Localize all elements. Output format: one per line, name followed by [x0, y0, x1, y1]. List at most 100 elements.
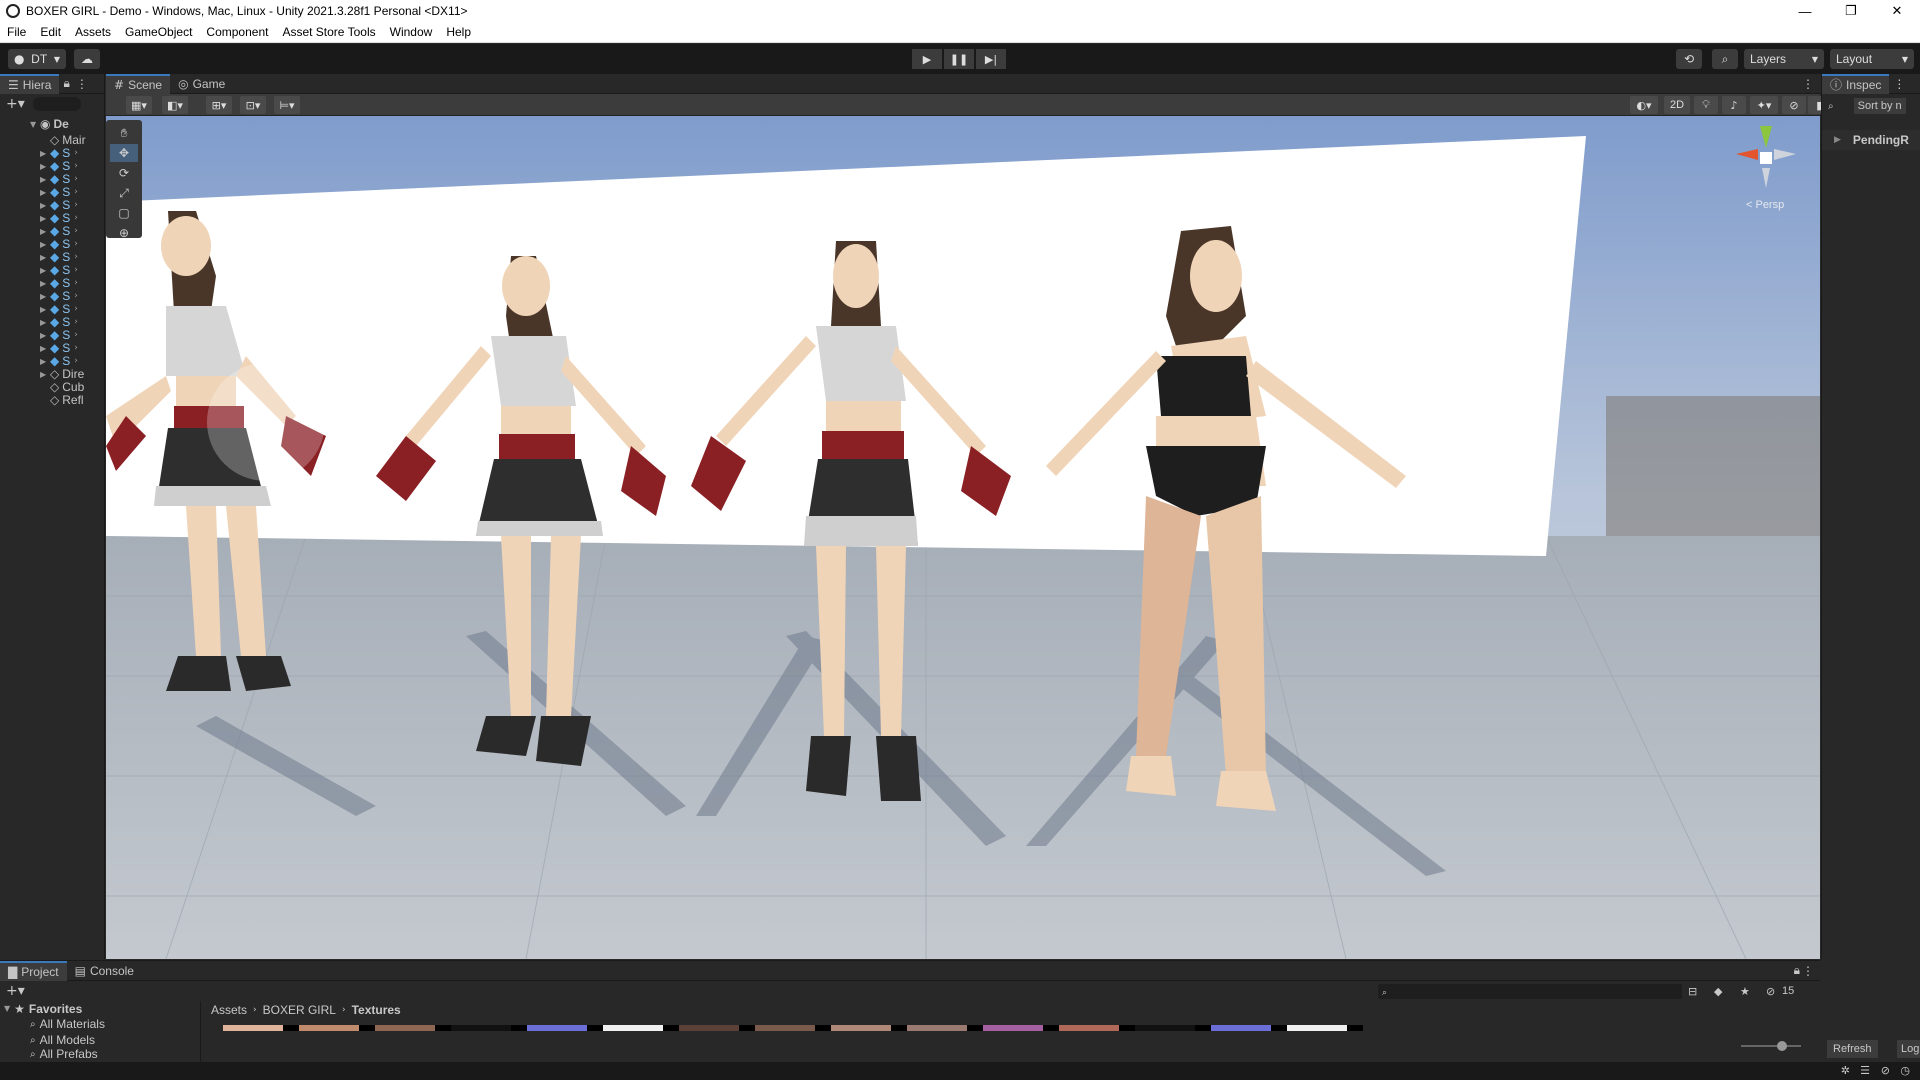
breadcrumb-item[interactable]: Assets [211, 1003, 247, 1017]
audio-toggle[interactable]: ♪ [1722, 96, 1746, 114]
chevron-right-icon[interactable]: › [74, 239, 78, 249]
breadcrumb-item[interactable]: Textures [352, 1003, 401, 1017]
tab-scene[interactable]: # Scene [106, 73, 171, 94]
visibility-toggle[interactable]: ⊘ [1782, 96, 1806, 114]
chevron-right-icon[interactable]: › [74, 200, 78, 210]
project-search-input[interactable]: ⌕ [1378, 983, 1682, 999]
more-icon[interactable]: ⋮ [1893, 77, 1905, 91]
step-button[interactable]: ▶| [976, 49, 1006, 69]
chevron-right-icon[interactable]: › [74, 226, 78, 236]
chevron-right-icon[interactable]: ▶ [40, 201, 50, 210]
texture-thumbnail[interactable] [983, 1025, 1043, 1031]
texture-thumbnail[interactable] [603, 1025, 663, 1031]
menu-asset-store-tools[interactable]: Asset Store Tools [275, 25, 382, 39]
label-icon[interactable]: ◆ [1714, 985, 1722, 998]
maximize-button[interactable]: ❐ [1828, 0, 1874, 22]
tab-game[interactable]: ◎ Game [170, 74, 233, 94]
chevron-right-icon[interactable]: ▶ [40, 214, 50, 223]
chevron-right-icon[interactable]: › [74, 343, 78, 353]
chevron-right-icon[interactable]: › [74, 304, 78, 314]
tab-inspector[interactable]: ⓘ Inspec [1822, 73, 1890, 94]
texture-thumbnail[interactable] [1211, 1025, 1271, 1031]
history-button[interactable]: ⟲ [1676, 49, 1702, 69]
status-icon[interactable]: ☰ [1860, 1064, 1870, 1077]
chevron-right-icon[interactable]: ▶ [40, 292, 50, 301]
texture-thumbnail[interactable] [299, 1025, 359, 1031]
toggle-2d-button[interactable]: 2D [1664, 96, 1690, 114]
tab-project[interactable]: ▇ Project [0, 960, 67, 981]
favorites-item[interactable]: ⌕ All Models [0, 1032, 200, 1048]
chevron-right-icon[interactable]: ▶ [40, 162, 50, 171]
chevron-right-icon[interactable]: › [74, 291, 78, 301]
texture-thumbnail[interactable] [1059, 1025, 1119, 1031]
add-icon[interactable]: +▾ [6, 96, 25, 112]
effects-dropdown[interactable]: ✦▾ [1750, 96, 1778, 114]
draw-mode-dropdown[interactable]: ▦▾ [126, 96, 152, 114]
scene-viewport[interactable]: < Persp ✋︎ ✥ ⟳ ⤢ ▢ ⊕ [106, 116, 1820, 959]
chevron-right-icon[interactable]: ▶ [40, 253, 50, 262]
chevron-right-icon[interactable]: ▶ [40, 175, 50, 184]
tab-console[interactable]: ▤ Console [67, 961, 142, 981]
rect-tool[interactable]: ▢ [110, 204, 138, 222]
transform-handle[interactable] [207, 363, 325, 481]
lock-icon[interactable]: 🔒︎ [63, 76, 69, 91]
chevron-right-icon[interactable]: › [74, 148, 78, 158]
texture-thumbnail[interactable] [527, 1025, 587, 1031]
play-button[interactable]: ▶ [912, 49, 942, 69]
chevron-right-icon[interactable]: › [74, 213, 78, 223]
chevron-right-icon[interactable]: › [74, 252, 78, 262]
account-dropdown[interactable]: ● DT ▼ [8, 49, 66, 69]
lighting-toggle[interactable]: 💡︎ [1694, 96, 1718, 114]
chevron-right-icon[interactable]: › [74, 330, 78, 340]
add-icon[interactable]: +▾ [6, 983, 25, 999]
status-icon[interactable]: ✲ [1841, 1064, 1850, 1077]
layout-dropdown[interactable]: Layout ▼ [1830, 49, 1914, 69]
favorites-foldout[interactable]: ▼ ★ Favorites [0, 1001, 200, 1016]
menu-edit[interactable]: Edit [33, 25, 68, 39]
more-icon[interactable]: ⋮ [1802, 77, 1814, 91]
texture-thumbnail[interactable] [1135, 1025, 1195, 1031]
texture-thumbnail[interactable] [223, 1025, 283, 1031]
align-dropdown[interactable]: ⊨▾ [274, 96, 300, 114]
chevron-right-icon[interactable]: ▶ [40, 266, 50, 275]
layers-dropdown[interactable]: Layers ▼ [1744, 49, 1824, 69]
pending-foldout[interactable]: ▶ PendingR [1822, 130, 1920, 150]
menu-help[interactable]: Help [439, 25, 478, 39]
sort-dropdown[interactable]: Sort by n [1853, 98, 1906, 114]
chevron-right-icon[interactable]: ▶ [40, 318, 50, 327]
texture-thumbnail[interactable] [679, 1025, 739, 1031]
chevron-right-icon[interactable]: ▶ [40, 149, 50, 158]
status-icon[interactable]: ⊘ [1881, 1064, 1890, 1077]
breadcrumb-item[interactable]: BOXER GIRL [263, 1003, 336, 1017]
chevron-right-icon[interactable]: › [74, 278, 78, 288]
eye-off-icon[interactable]: ⊘ [1766, 985, 1775, 998]
chevron-right-icon[interactable]: ▶ [40, 240, 50, 249]
chevron-right-icon[interactable]: › [74, 174, 78, 184]
chevron-right-icon[interactable]: ▶ [40, 227, 50, 236]
chevron-right-icon[interactable]: › [74, 356, 78, 366]
zoom-slider[interactable] [1741, 1041, 1801, 1051]
scale-tool[interactable]: ⤢ [110, 184, 138, 202]
shading-mode-dropdown[interactable]: ◐▾ [1630, 96, 1658, 114]
hierarchy-scene-root[interactable]: ▼ ◉ De [0, 116, 105, 132]
menu-assets[interactable]: Assets [68, 25, 118, 39]
chevron-right-icon[interactable]: ▶ [40, 331, 50, 340]
close-button[interactable]: ✕ [1874, 0, 1920, 22]
chevron-right-icon[interactable]: ▶ [40, 357, 50, 366]
cloud-button[interactable]: ☁ [74, 49, 100, 69]
filter-type-icon[interactable]: ⊟ [1688, 985, 1697, 998]
minimize-button[interactable]: — [1782, 0, 1828, 22]
pause-button[interactable]: ❚❚ [944, 49, 974, 69]
chevron-right-icon[interactable]: ▶ [40, 279, 50, 288]
more-icon[interactable]: ⋮ [1802, 964, 1814, 978]
star-icon[interactable]: ★ [1740, 985, 1750, 998]
search-button[interactable]: ⌕ [1712, 49, 1738, 69]
chevron-right-icon[interactable]: › [74, 161, 78, 171]
status-icon[interactable]: ◷ [1900, 1064, 1910, 1077]
texture-thumbnail[interactable] [451, 1025, 511, 1031]
menu-component[interactable]: Component [199, 25, 275, 39]
hand-tool[interactable]: ✋︎ [110, 124, 138, 142]
refresh-button[interactable]: Refresh [1827, 1040, 1878, 1058]
menu-window[interactable]: Window [383, 25, 440, 39]
search-icon[interactable]: ⌕ [1828, 101, 1834, 112]
